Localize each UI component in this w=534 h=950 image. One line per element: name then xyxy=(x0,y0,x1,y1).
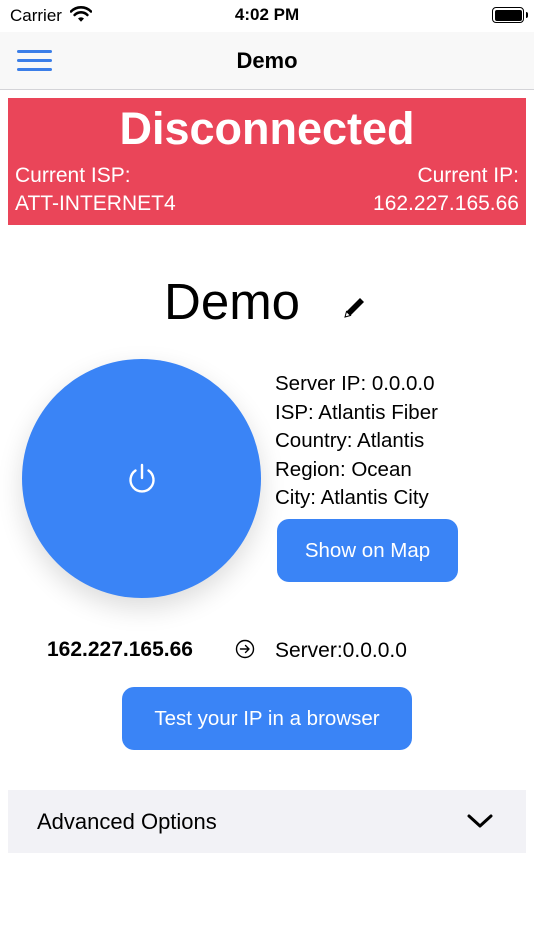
server-country: Country: Atlantis xyxy=(275,429,425,452)
power-icon xyxy=(129,463,155,493)
advanced-options-toggle[interactable]: Advanced Options xyxy=(8,790,526,853)
connect-toggle-button[interactable] xyxy=(22,359,261,598)
show-on-map-button[interactable]: Show on Map xyxy=(277,519,458,582)
clock: 4:02 PM xyxy=(234,5,300,24)
nav-title: Demo xyxy=(236,48,298,73)
server-city: City: Atlantis City xyxy=(275,486,429,509)
connection-status-banner: Disconnected Current ISP: ATT-INTERNET4 … xyxy=(8,98,526,225)
pencil-icon xyxy=(344,298,364,318)
battery-icon xyxy=(492,7,528,23)
server-isp: ISP: Atlantis Fiber xyxy=(275,400,438,424)
current-isp-label: Current ISP: xyxy=(15,164,131,187)
connection-status: Disconnected xyxy=(119,103,415,154)
current-isp-value: ATT-INTERNET4 xyxy=(15,192,176,215)
chevron-down-icon xyxy=(467,814,493,828)
arrow-right-circle-icon xyxy=(235,639,255,659)
status-bar: Carrier 4:02 PM xyxy=(0,0,534,32)
current-ip-value: 162.227.165.66 xyxy=(373,192,519,215)
route-current-ip: 162.227.165.66 xyxy=(47,638,193,661)
navigation-bar: Demo xyxy=(0,32,534,90)
route-server: Server:0.0.0.0 xyxy=(275,639,407,662)
server-ip: Server IP: 0.0.0.0 xyxy=(275,372,435,395)
server-region: Region: Ocean xyxy=(275,457,412,481)
server-info: Server IP: 0.0.0.0 ISP: Atlantis Fiber C… xyxy=(275,370,438,513)
test-ip-button[interactable]: Test your IP in a browser xyxy=(122,687,412,750)
current-ip-label: Current IP: xyxy=(417,164,519,187)
profile-name: Demo xyxy=(164,273,301,330)
edit-profile-button[interactable] xyxy=(340,292,370,322)
advanced-options-label: Advanced Options xyxy=(37,809,217,834)
